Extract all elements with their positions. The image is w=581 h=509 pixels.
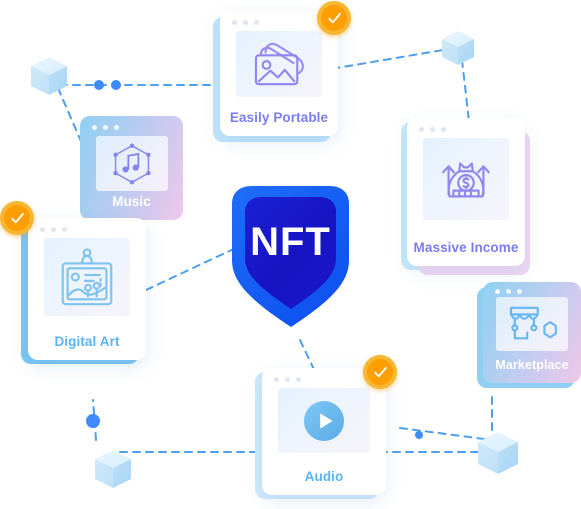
window-dot bbox=[103, 125, 108, 130]
window-dot bbox=[62, 227, 67, 232]
star-icon bbox=[97, 10, 145, 59]
window-dot bbox=[232, 20, 237, 25]
star-dot-icon bbox=[182, 322, 188, 328]
music-note-hexagon-icon bbox=[112, 143, 151, 184]
window-dot bbox=[419, 127, 424, 132]
nft-features-illustration: Music Easily Portable Massive Income Dig… bbox=[0, 0, 581, 509]
window-dots bbox=[80, 116, 183, 130]
window-dot bbox=[274, 377, 279, 382]
badge-easily-portable[interactable] bbox=[317, 1, 351, 35]
window-dot bbox=[285, 377, 290, 382]
card-label-marketplace: Marketplace bbox=[495, 358, 569, 372]
card-digital-art[interactable]: Digital Art bbox=[28, 218, 146, 360]
card-easily-portable[interactable]: Easily Portable bbox=[220, 11, 338, 136]
framed-picture-icon bbox=[61, 248, 113, 306]
node-dot bbox=[111, 80, 121, 90]
card-label-easily-portable: Easily Portable bbox=[229, 110, 329, 125]
badge-digital-art[interactable] bbox=[0, 201, 34, 235]
window-dot bbox=[430, 127, 435, 132]
dashed-connector bbox=[399, 427, 493, 441]
window-dot bbox=[51, 227, 56, 232]
window-dot bbox=[254, 20, 259, 25]
card-thumbnail bbox=[236, 31, 322, 97]
card-marketplace[interactable]: Marketplace bbox=[483, 282, 581, 383]
play-circle-icon bbox=[303, 400, 345, 441]
window-dot bbox=[495, 289, 500, 294]
star-dot-icon bbox=[160, 484, 166, 490]
window-dot bbox=[243, 20, 248, 25]
star-dot-icon bbox=[395, 328, 401, 334]
window-dots bbox=[28, 218, 146, 232]
check-circle-icon bbox=[327, 12, 341, 23]
window-dot bbox=[517, 289, 522, 294]
node-dot bbox=[415, 431, 423, 439]
star-dot-icon bbox=[19, 37, 25, 43]
card-thumbnail bbox=[95, 136, 168, 191]
check-circle-icon bbox=[10, 212, 24, 223]
card-thumbnail bbox=[278, 388, 370, 453]
cube-icon bbox=[442, 31, 474, 65]
node-dot bbox=[86, 414, 100, 428]
star-dot-icon bbox=[181, 490, 185, 494]
storefront-hexagon-icon bbox=[509, 306, 557, 340]
nft-shield[interactable]: NFT bbox=[212, 182, 369, 330]
card-label-digital-art: Digital Art bbox=[54, 334, 120, 349]
money-bag-arrows-icon bbox=[442, 162, 490, 198]
card-audio[interactable]: Audio bbox=[262, 368, 386, 495]
star-dot-icon bbox=[563, 407, 569, 413]
cube-icon bbox=[95, 450, 131, 488]
cube-icon bbox=[31, 57, 67, 95]
card-label-audio: Audio bbox=[304, 469, 344, 484]
card-thumbnail bbox=[423, 138, 509, 220]
card-thumbnail bbox=[496, 297, 568, 351]
card-label-music: Music bbox=[112, 194, 151, 209]
badge-audio[interactable] bbox=[363, 355, 397, 389]
window-dot bbox=[114, 125, 119, 130]
node-dot bbox=[94, 80, 104, 90]
window-dot bbox=[92, 125, 97, 130]
window-dot bbox=[40, 227, 45, 232]
window-dot bbox=[506, 289, 511, 294]
star-icon bbox=[530, 100, 561, 132]
window-dots bbox=[407, 118, 525, 132]
star-dot-icon bbox=[372, 317, 378, 323]
window-dot bbox=[296, 377, 301, 382]
card-thumbnail bbox=[44, 238, 130, 316]
card-music[interactable]: Music bbox=[80, 116, 183, 220]
shield-icon: NFT bbox=[232, 186, 349, 327]
card-label-massive-income: Massive Income bbox=[413, 240, 519, 255]
window-dot bbox=[441, 127, 446, 132]
star-icon bbox=[192, 345, 237, 392]
check-circle-icon bbox=[373, 366, 387, 377]
image-stack-icon bbox=[254, 43, 304, 86]
shield-text: NFT bbox=[250, 220, 331, 264]
card-massive-income[interactable]: Massive Income bbox=[407, 118, 525, 266]
window-dots bbox=[483, 282, 581, 294]
